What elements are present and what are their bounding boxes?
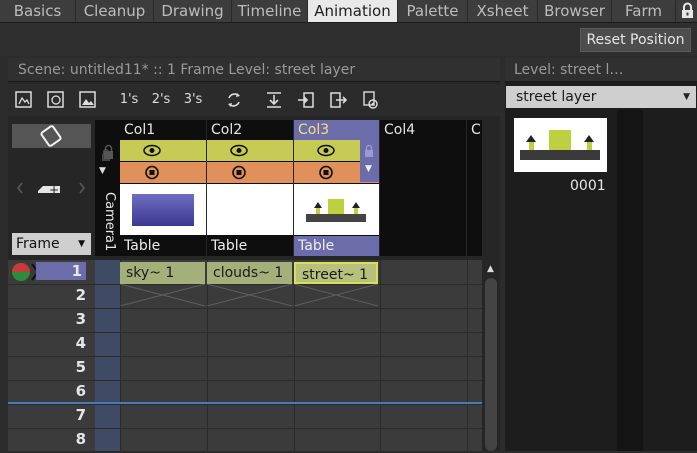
row-divider [8, 404, 482, 405]
open-subxsheet-icon[interactable] [296, 90, 316, 110]
new-toonz-raster-level-icon[interactable] [14, 90, 34, 110]
xsheet-title-bar: Scene: untitled11* :: 1 Frame Level: str… [8, 58, 500, 82]
new-raster-level-icon[interactable] [78, 90, 98, 110]
repeat-icon[interactable] [224, 90, 244, 110]
level-strip-panel: Level: street l… street layer ▼ 0001 [505, 58, 697, 451]
tab-browser[interactable]: Browser [538, 0, 612, 22]
frame-number[interactable]: 1 [36, 262, 86, 280]
xsheet-toolbar: 1's 2's 3's [8, 84, 500, 116]
tab-farm[interactable]: Farm [612, 0, 676, 22]
xsheet-scrollbar[interactable]: ▲ [482, 260, 500, 451]
tab-cleanup[interactable]: Cleanup [76, 0, 154, 22]
col3-lock-icon[interactable] [362, 143, 376, 162]
reframe-3s-button[interactable]: 3's [182, 90, 204, 110]
column-divider [467, 260, 468, 451]
tab-timeline[interactable]: Timeline [232, 0, 308, 22]
row-divider [8, 356, 482, 357]
column-name: C [471, 122, 481, 138]
row-divider [8, 308, 482, 309]
column-name: Col2 [211, 122, 243, 138]
frame-number[interactable]: 3 [48, 310, 86, 328]
level-navigator: + [16, 178, 86, 198]
level-end-marks [120, 284, 378, 306]
column-name: Col4 [384, 122, 416, 138]
preview-toggle[interactable] [120, 140, 206, 161]
col1-lock-icon[interactable] [100, 143, 118, 161]
level-select-value: street layer [516, 89, 597, 105]
chevron-down-icon: ▼ [78, 239, 85, 249]
row-divider [8, 428, 482, 429]
column-name: Col1 [124, 122, 156, 138]
frame-number[interactable]: 6 [48, 382, 86, 400]
column-name: Col3 [294, 120, 379, 140]
frame-zoom-select[interactable]: Frame ▼ [12, 233, 91, 255]
level-frame-number: 0001 [570, 178, 606, 194]
collapse-icon[interactable] [264, 90, 284, 110]
camstand-toggle[interactable] [207, 162, 293, 183]
level-frame-thumbnail[interactable] [514, 118, 607, 172]
cell-col1-frame1[interactable]: sky~ 1 [120, 262, 205, 284]
column-header-col2[interactable]: Col2 Table [207, 120, 293, 256]
tab-animation[interactable]: Animation [308, 0, 398, 22]
toggle-orientation-button[interactable] [12, 124, 91, 148]
reframe-2s-button[interactable]: 2's [150, 90, 172, 110]
new-vector-level-icon[interactable] [46, 90, 66, 110]
camstand-toggle[interactable] [120, 162, 206, 183]
scroll-up-icon[interactable]: ▲ [487, 264, 494, 274]
column-thumbnail [294, 184, 379, 235]
column-divider [380, 260, 381, 451]
column-thumbnail [120, 184, 206, 235]
column-header-col4[interactable]: Col4 [380, 120, 466, 256]
level-strip-scrollbar[interactable] [617, 110, 643, 451]
col3-menu-icon[interactable]: ▼ [365, 164, 372, 174]
frame-zoom-value: Frame [16, 236, 60, 252]
camera-menu-icon[interactable]: ▼ [99, 166, 106, 176]
preview-toggle[interactable] [207, 140, 293, 161]
viewer-toolbar: Reset Position [0, 22, 697, 56]
column-header-col1[interactable]: Col1 Table [120, 120, 206, 256]
col3-settings-strip: ▼ [360, 140, 379, 182]
tab-palette[interactable]: Palette [398, 0, 468, 22]
cell-col2-frame1[interactable]: clouds~ 1 [207, 262, 292, 284]
camera-column-header[interactable]: ▼ Camera1 [95, 120, 120, 256]
room-lock-icon[interactable] [678, 2, 697, 20]
level-select[interactable]: street layer ▼ [506, 86, 696, 108]
frame-number[interactable]: 4 [48, 334, 86, 352]
tab-drawing[interactable]: Drawing [154, 0, 232, 22]
column-thumbnail [207, 184, 293, 235]
column-header-col5[interactable]: C [467, 120, 482, 256]
pegbar-name[interactable]: Table [207, 236, 293, 256]
reframe-1s-button[interactable]: 1's [118, 90, 140, 110]
reset-position-button[interactable]: Reset Position [580, 28, 691, 52]
tab-basics[interactable]: Basics [0, 0, 76, 22]
frame-number[interactable]: 2 [48, 286, 86, 304]
level-strip-title: Level: street l… [505, 58, 697, 82]
close-subxsheet-icon[interactable] [328, 90, 348, 110]
cell-col3-frame1[interactable]: street~ 1 [294, 262, 378, 284]
level-settings-icon[interactable] [360, 90, 380, 110]
svg-text:+: + [49, 183, 59, 197]
tab-xsheet[interactable]: Xsheet [468, 0, 538, 22]
camera-column-label: Camera1 [102, 192, 117, 252]
playback-marker-line [8, 402, 482, 404]
scroll-thumb[interactable] [485, 278, 497, 451]
xsheet-cell-area[interactable]: 1 2 3 4 5 6 7 8 sky~ 1 clouds~ 1 street~ 1 [8, 260, 482, 453]
chevron-down-icon: ▼ [683, 92, 690, 102]
frame-number[interactable]: 8 [48, 430, 86, 448]
row-divider [8, 380, 482, 381]
frame-number[interactable]: 7 [48, 406, 86, 424]
frame-number[interactable]: 5 [48, 358, 86, 376]
row-divider [8, 332, 482, 333]
room-tab-bar: Basics Cleanup Drawing Timeline Animatio… [0, 0, 697, 22]
pegbar-name[interactable]: Table [294, 236, 379, 256]
pegbar-name[interactable]: Table [120, 236, 206, 256]
